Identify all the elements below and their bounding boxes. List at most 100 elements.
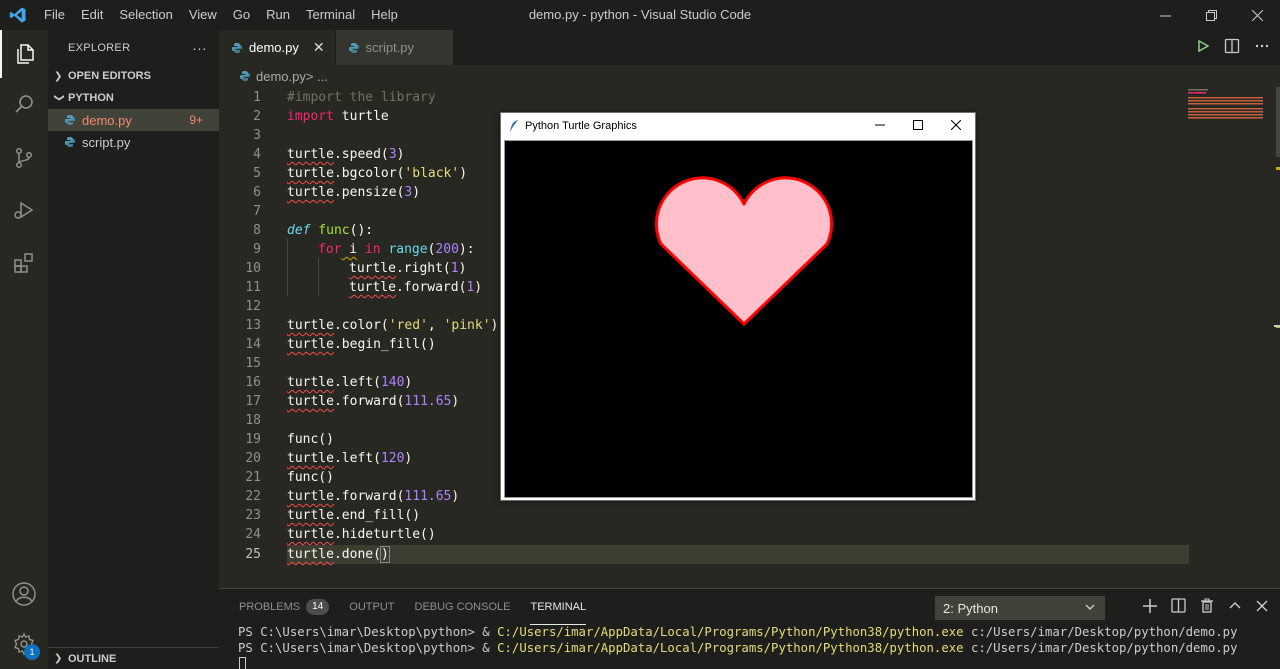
- search-button[interactable]: [0, 80, 48, 128]
- source-control-icon: [15, 147, 33, 169]
- ellipsis-icon: [1255, 44, 1269, 48]
- close-icon: [1251, 9, 1263, 21]
- maximize-panel-button[interactable]: [1228, 599, 1242, 616]
- breadcrumb-file[interactable]: demo.py: [256, 69, 306, 84]
- python-file-icon: [239, 70, 251, 82]
- python-file-icon: [231, 42, 243, 54]
- menu-selection[interactable]: Selection: [111, 0, 180, 30]
- tab-terminal[interactable]: TERMINAL: [530, 589, 587, 625]
- outline-section[interactable]: ❯ OUTLINE: [48, 647, 219, 669]
- plus-icon: [1143, 598, 1157, 613]
- tab-output[interactable]: OUTPUT: [349, 589, 394, 625]
- account-icon: [12, 582, 36, 606]
- play-icon: [1198, 39, 1210, 53]
- tab-debug-console[interactable]: DEBUG CONSOLE: [415, 589, 511, 625]
- more-actions-button[interactable]: [1254, 38, 1270, 57]
- turtle-title-bar[interactable]: Python Turtle Graphics: [501, 113, 975, 139]
- menu-run[interactable]: Run: [258, 0, 298, 30]
- source-control-button[interactable]: [0, 134, 48, 182]
- turtle-window-title: Python Turtle Graphics: [525, 120, 637, 132]
- maximize-icon: [913, 120, 923, 130]
- menu-edit[interactable]: Edit: [73, 0, 111, 30]
- close-icon: [1256, 600, 1268, 611]
- kill-terminal-button[interactable]: [1200, 598, 1214, 616]
- heart-shape: [654, 176, 834, 326]
- menu-file[interactable]: File: [36, 0, 73, 30]
- new-terminal-button[interactable]: [1143, 598, 1157, 616]
- open-editors-label: OPEN EDITORS: [68, 70, 151, 82]
- split-terminal-button[interactable]: [1171, 598, 1186, 616]
- restore-icon: [1205, 9, 1217, 21]
- files-icon: [17, 44, 34, 64]
- code-line: 24 turtle.hideturtle(): [245, 527, 436, 542]
- run-file-button[interactable]: [1196, 39, 1210, 56]
- terminal-select[interactable]: 2: Python: [935, 596, 1105, 620]
- close-panel-button[interactable]: [1256, 600, 1268, 615]
- feather-icon: [509, 119, 519, 133]
- file-name: demo.py: [82, 112, 132, 128]
- editor-scrollbar[interactable]: [1274, 87, 1280, 587]
- file-item-demo[interactable]: demo.py 9+: [48, 109, 219, 131]
- settings-badge: 1: [24, 644, 40, 660]
- chevron-down-icon: [1083, 600, 1097, 617]
- explorer-sidebar: EXPLORER ··· ❯ OPEN EDITORS ❯ PYTHON dem…: [48, 30, 219, 669]
- close-icon: [951, 120, 961, 130]
- menu-help[interactable]: Help: [363, 0, 406, 30]
- turtle-minimize-button[interactable]: [861, 113, 899, 137]
- explorer-button[interactable]: [0, 30, 48, 78]
- bottom-panel: PROBLEMS 14 OUTPUT DEBUG CONSOLE TERMINAL…: [219, 588, 1280, 669]
- terminal-line: PS C:\Users\imar\Desktop\python> & C:/Us…: [238, 625, 1238, 639]
- turtle-maximize-button[interactable]: [899, 113, 937, 137]
- tab-label: demo.py: [249, 40, 299, 55]
- editor-tab-bar: demo.py ✕ script.py: [219, 30, 1280, 65]
- chevron-up-icon: [1229, 601, 1241, 608]
- menu-bar: File Edit Selection View Go Run Terminal…: [36, 0, 406, 30]
- tab-script[interactable]: script.py: [335, 30, 454, 65]
- minimize-button[interactable]: [1142, 0, 1188, 30]
- menu-view[interactable]: View: [181, 0, 225, 30]
- manage-button[interactable]: 1: [0, 620, 48, 668]
- python-file-icon: [348, 42, 360, 54]
- problem-count-badge: 9+: [189, 113, 203, 127]
- code-line: 23 turtle.end_fill(): [245, 508, 421, 523]
- split-editor-button[interactable]: [1224, 38, 1240, 57]
- accounts-button[interactable]: [0, 570, 48, 618]
- file-item-script[interactable]: script.py: [48, 131, 219, 153]
- python-file-icon: [64, 136, 76, 148]
- vscode-logo-icon: [0, 0, 36, 30]
- chevron-right-icon: ❯: [54, 653, 63, 664]
- python-folder-section[interactable]: ❯ PYTHON: [48, 87, 219, 109]
- outline-label: OUTLINE: [68, 652, 117, 665]
- turtle-graphics-window[interactable]: Python Turtle Graphics: [500, 112, 976, 501]
- open-editors-section[interactable]: ❯ OPEN EDITORS: [48, 65, 219, 87]
- menu-terminal[interactable]: Terminal: [298, 0, 363, 30]
- menu-go[interactable]: Go: [225, 0, 258, 30]
- close-window-button[interactable]: [1234, 0, 1280, 30]
- run-debug-button[interactable]: [0, 186, 48, 234]
- chevron-down-icon: ❯: [53, 93, 65, 102]
- split-terminal-icon: [1171, 598, 1186, 613]
- minimize-icon: [1159, 15, 1171, 16]
- tab-label: script.py: [365, 40, 415, 55]
- explorer-more-button[interactable]: ···: [192, 40, 207, 56]
- split-editor-icon: [1224, 38, 1240, 54]
- restore-button[interactable]: [1188, 0, 1234, 30]
- minimap[interactable]: [1188, 87, 1266, 127]
- file-name: script.py: [82, 134, 131, 150]
- extensions-button[interactable]: [0, 239, 48, 287]
- tab-close-button[interactable]: ✕: [313, 39, 325, 56]
- terminal-cursor: [239, 657, 246, 669]
- turtle-close-button[interactable]: [937, 113, 975, 137]
- tab-problems[interactable]: PROBLEMS 14: [239, 589, 330, 625]
- folder-label: PYTHON: [68, 92, 114, 104]
- breadcrumb: demo.py > ...: [219, 65, 328, 87]
- problems-count-badge: 14: [306, 599, 330, 615]
- trash-icon: [1201, 598, 1213, 613]
- search-icon: [15, 95, 33, 113]
- terminal-line: PS C:\Users\imar\Desktop\python> & C:/Us…: [238, 641, 1238, 655]
- breadcrumb-separator[interactable]: > ...: [306, 69, 328, 84]
- explorer-header: EXPLORER: [68, 41, 131, 54]
- code-line: 1 #import the library: [253, 90, 436, 105]
- tab-demo[interactable]: demo.py ✕: [219, 30, 336, 65]
- title-bar: File Edit Selection View Go Run Terminal…: [0, 0, 1280, 30]
